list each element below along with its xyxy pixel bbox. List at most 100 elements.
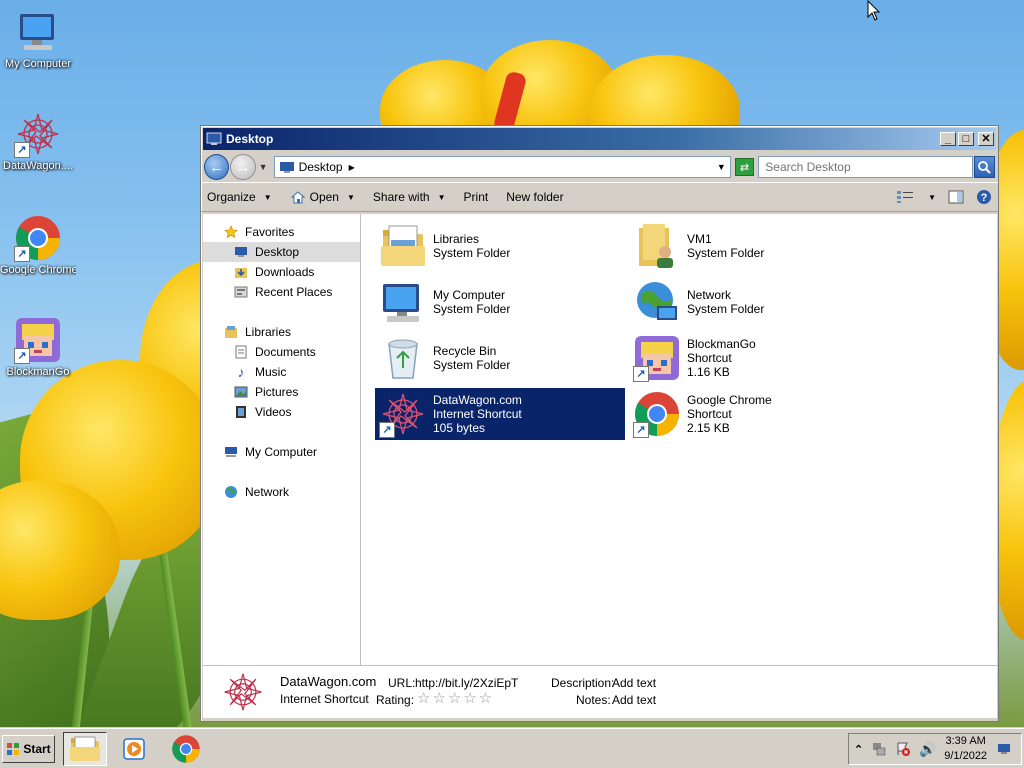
network-globe-icon xyxy=(223,484,239,500)
file-item-my-computer[interactable]: My Computer System Folder xyxy=(375,276,625,328)
preview-pane-icon xyxy=(948,190,964,204)
preview-pane-button[interactable] xyxy=(948,190,964,204)
nav-label: Videos xyxy=(255,405,292,419)
details-description-value[interactable]: Add text xyxy=(612,676,656,690)
caret-down-icon: ▼ xyxy=(437,192,446,202)
nav-recent-places[interactable]: Recent Places xyxy=(203,282,360,302)
minimize-button[interactable]: _ xyxy=(940,132,956,146)
shortcut-arrow-icon: ↗ xyxy=(633,366,649,382)
back-button[interactable]: ← xyxy=(204,154,230,180)
address-row: ← → ▼ Desktop ▶ ▼ ⇄ xyxy=(201,152,998,182)
help-button[interactable]: ? xyxy=(976,189,992,205)
file-item-recycle-bin[interactable]: Recycle Bin System Folder xyxy=(375,332,625,384)
explorer-window: Desktop _ □ ✕ ← → ▼ Desktop ▶ ▼ ⇄ Organi… xyxy=(200,125,999,722)
nav-my-computer[interactable]: My Computer xyxy=(203,442,360,462)
file-name: BlockmanGo xyxy=(687,337,756,351)
file-item-libraries[interactable]: Libraries System Folder xyxy=(375,220,625,272)
search-button[interactable] xyxy=(973,156,995,178)
shortcut-arrow-icon: ↗ xyxy=(14,142,30,158)
refresh-button[interactable]: ⇄ xyxy=(734,158,755,176)
nav-videos[interactable]: Videos xyxy=(203,402,360,422)
details-description-label: Description: xyxy=(551,676,615,690)
desktop-icon-label: My Computer xyxy=(4,58,72,70)
nav-downloads[interactable]: Downloads xyxy=(203,262,360,282)
caret-down-icon[interactable]: ▼ xyxy=(928,193,936,202)
open-button[interactable]: Open ▼ xyxy=(290,190,355,204)
volume-speaker-icon[interactable]: 🔊 xyxy=(919,741,936,758)
computer-icon xyxy=(223,444,239,460)
nav-label: Documents xyxy=(255,345,316,359)
window-title: Desktop xyxy=(226,132,274,146)
blockmango-icon: ↗ xyxy=(14,316,62,364)
nav-network[interactable]: Network xyxy=(203,482,360,502)
desktop-icon-blockmango[interactable]: ↗ BlockmanGo xyxy=(0,316,76,378)
taskbar-explorer-button[interactable] xyxy=(63,732,107,766)
search-input[interactable] xyxy=(758,156,973,178)
details-notes-label: Notes: xyxy=(576,693,611,707)
file-item-blockmango[interactable]: ↗ BlockmanGo Shortcut 1.16 KB xyxy=(629,332,879,384)
breadcrumb-chevron-icon[interactable]: ▶ xyxy=(349,163,355,172)
shortcut-arrow-icon: ↗ xyxy=(633,422,649,438)
start-button[interactable]: Start xyxy=(2,735,55,763)
forward-button[interactable]: → xyxy=(230,154,256,180)
datawagon-logo-icon: ↗ xyxy=(14,110,62,158)
file-list: Libraries System Folder VM1 System Folder … xyxy=(361,214,997,666)
desktop-icon-datawagon[interactable]: ↗ DataWagon.... xyxy=(0,110,76,172)
view-options-button[interactable]: ▼ xyxy=(896,190,936,204)
file-item-network[interactable]: Network System Folder xyxy=(629,276,879,328)
details-notes-value[interactable]: Add text xyxy=(612,693,656,707)
shortcut-arrow-icon: ↗ xyxy=(379,422,395,438)
show-desktop-icon[interactable] xyxy=(997,743,1011,755)
chrome-icon: ↗ xyxy=(14,214,62,262)
close-button[interactable]: ✕ xyxy=(978,132,994,146)
clock[interactable]: 3:39 AM 9/1/2022 xyxy=(941,734,991,764)
details-url-value[interactable]: http://bit.ly/2XziEpT xyxy=(415,676,518,690)
chrome-icon: ↗ xyxy=(633,390,681,438)
history-dropdown-icon[interactable]: ▼ xyxy=(259,162,268,172)
nav-desktop[interactable]: Desktop xyxy=(203,242,360,262)
address-bar[interactable]: Desktop ▶ ▼ xyxy=(273,156,731,178)
nav-favorites[interactable]: Favorites xyxy=(203,222,360,242)
new-folder-button[interactable]: New folder xyxy=(506,190,563,204)
details-type: Internet Shortcut xyxy=(280,692,369,706)
nav-libraries[interactable]: Libraries xyxy=(203,322,360,342)
desktop-icon-google-chrome[interactable]: ↗ Google Chrome xyxy=(0,214,76,276)
file-size: 2.15 KB xyxy=(687,421,730,435)
nav-documents[interactable]: Documents xyxy=(203,342,360,362)
taskbar-chrome-button[interactable] xyxy=(164,732,208,766)
command-bar: Organize ▼ Open ▼ Share with ▼ Print New fo… xyxy=(201,182,998,212)
network-globe-icon xyxy=(633,278,681,326)
computer-icon xyxy=(14,8,62,56)
action-center-flag-icon[interactable] xyxy=(895,741,911,757)
rating-stars[interactable]: ☆☆☆☆☆ xyxy=(417,689,494,707)
open-label: Open xyxy=(309,190,339,204)
print-button[interactable]: Print xyxy=(464,190,489,204)
file-item-datawagon[interactable]: ↗ DataWagon.com Internet Shortcut 105 byte… xyxy=(375,388,625,440)
file-name: DataWagon.com xyxy=(433,393,522,407)
file-item-google-chrome[interactable]: ↗ Google Chrome Shortcut 2.15 KB xyxy=(629,388,879,440)
libraries-icon xyxy=(223,324,239,340)
window-titlebar[interactable]: Desktop _ □ ✕ xyxy=(203,128,996,150)
file-size: 1.16 KB xyxy=(687,365,730,379)
desktop-location-icon xyxy=(279,161,294,173)
network-tray-icon[interactable] xyxy=(871,741,887,757)
show-hidden-icons-chevron-icon[interactable]: ⌃ xyxy=(854,743,863,756)
file-item-vm1[interactable]: VM1 System Folder xyxy=(629,220,879,272)
nav-music[interactable]: ♪ Music xyxy=(203,362,360,382)
share-with-button[interactable]: Share with ▼ xyxy=(373,190,446,204)
caret-down-icon: ▼ xyxy=(346,192,355,202)
organize-button[interactable]: Organize ▼ xyxy=(207,190,272,204)
datawagon-logo-icon: ↗ xyxy=(379,390,427,438)
desktop-icon-my-computer[interactable]: My Computer xyxy=(0,8,76,70)
breadcrumb-desktop[interactable]: Desktop xyxy=(299,160,343,174)
desktop-window-icon xyxy=(206,132,222,145)
address-dropdown-icon[interactable]: ▼ xyxy=(717,162,726,172)
libraries-folder-icon xyxy=(379,222,427,270)
nav-label: Desktop xyxy=(255,245,300,259)
magnifier-icon xyxy=(978,161,991,174)
taskbar-media-player-button[interactable] xyxy=(112,732,156,766)
file-type: System Folder xyxy=(433,358,511,372)
maximize-button[interactable]: □ xyxy=(958,132,974,146)
clock-date: 9/1/2022 xyxy=(944,750,988,762)
nav-pictures[interactable]: Pictures xyxy=(203,382,360,402)
